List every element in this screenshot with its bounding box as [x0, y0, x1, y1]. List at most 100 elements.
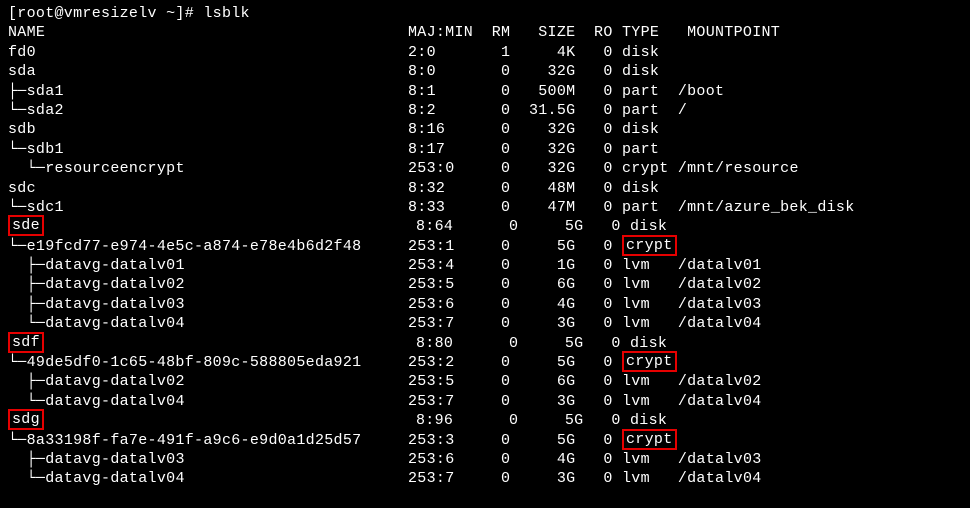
- device-size: 31.5G: [520, 101, 576, 120]
- device-rm: 0: [482, 159, 510, 178]
- device-size: 6G: [520, 275, 576, 294]
- device-row: sdc 8:32 0 48M 0 disk: [8, 179, 962, 198]
- device-rm: 0: [482, 469, 510, 488]
- device-mount: /mnt/azure_bek_disk: [678, 198, 855, 217]
- device-row: └─sdb1 8:17 0 32G 0 part: [8, 140, 962, 159]
- device-type: lvm: [622, 372, 669, 391]
- device-type: lvm: [622, 275, 669, 294]
- device-rm: 0: [482, 82, 510, 101]
- prompt: [root@vmresizelv ~]#: [8, 4, 203, 23]
- device-size: 4G: [520, 295, 576, 314]
- device-mount: /datalv01: [678, 256, 762, 275]
- device-row: ├─sda1 8:1 0 500M 0 part /boot: [8, 82, 962, 101]
- device-ro: 0: [585, 159, 613, 178]
- header-row: NAME MAJ:MIN RM SIZE RO TYPE MOUNTPOINT: [8, 23, 962, 42]
- device-rm: 0: [482, 62, 510, 81]
- device-row: ├─datavg-datalv03 253:6 0 4G 0 lvm /data…: [8, 295, 962, 314]
- device-ro: 0: [593, 217, 621, 236]
- device-majmin: 253:0: [408, 159, 473, 178]
- device-majmin: 253:6: [408, 295, 473, 314]
- device-size: 32G: [520, 159, 576, 178]
- device-row: ├─datavg-datalv03 253:6 0 4G 0 lvm /data…: [8, 450, 962, 469]
- device-row: └─8a33198f-fa7e-491f-a9c6-e9d0a1d25d57 2…: [8, 431, 962, 450]
- device-rm: 0: [490, 411, 518, 430]
- device-size: 6G: [520, 372, 576, 391]
- device-type: part: [622, 198, 669, 217]
- device-majmin: 8:96: [416, 411, 481, 430]
- device-row: └─e19fcd77-e974-4e5c-a874-e78e4b6d2f48 2…: [8, 237, 962, 256]
- device-rm: 0: [482, 179, 510, 198]
- device-ro: 0: [585, 431, 613, 450]
- col-rm: RM: [482, 23, 510, 42]
- device-rm: 0: [482, 431, 510, 450]
- device-name: sdg: [8, 409, 44, 430]
- device-ro: 0: [585, 256, 613, 275]
- device-mount: /mnt/resource: [678, 159, 799, 178]
- device-size: 3G: [520, 314, 576, 333]
- device-name: datavg-datalv04: [45, 469, 185, 488]
- device-rm: 0: [482, 198, 510, 217]
- device-rm: 0: [482, 392, 510, 411]
- device-size: 4K: [520, 43, 576, 62]
- device-rm: 0: [482, 256, 510, 275]
- device-rm: 0: [490, 217, 518, 236]
- device-majmin: 253:5: [408, 275, 473, 294]
- device-rm: 0: [482, 140, 510, 159]
- device-row: └─49de5df0-1c65-48bf-809c-588805eda921 2…: [8, 353, 962, 372]
- device-type: lvm: [622, 314, 669, 333]
- device-ro: 0: [585, 469, 613, 488]
- tree-prefix: ├─: [8, 295, 45, 314]
- device-majmin: 8:16: [408, 120, 473, 139]
- device-name: sda2: [27, 101, 64, 120]
- device-type: lvm: [622, 256, 669, 275]
- tree-prefix: ├─: [8, 450, 45, 469]
- device-ro: 0: [585, 82, 613, 101]
- device-rm: 0: [482, 101, 510, 120]
- device-size: 5G: [520, 237, 576, 256]
- device-ro: 0: [585, 353, 613, 372]
- col-majmin: MAJ:MIN: [408, 23, 473, 42]
- device-name: sdc: [8, 179, 36, 198]
- device-name: resourceencrypt: [45, 159, 185, 178]
- device-size: 5G: [520, 353, 576, 372]
- device-name: e19fcd77-e974-4e5c-a874-e78e4b6d2f48: [27, 237, 362, 256]
- device-type: disk: [622, 43, 669, 62]
- device-row: └─sda2 8:2 0 31.5G 0 part /: [8, 101, 962, 120]
- device-mount: /datalv04: [678, 469, 762, 488]
- device-ro: 0: [585, 314, 613, 333]
- device-rm: 0: [482, 450, 510, 469]
- device-type: crypt: [622, 429, 677, 450]
- device-mount: /datalv03: [678, 295, 762, 314]
- device-row: ├─datavg-datalv02 253:5 0 6G 0 lvm /data…: [8, 275, 962, 294]
- device-rm: 0: [482, 372, 510, 391]
- device-majmin: 8:0: [408, 62, 473, 81]
- device-name: datavg-datalv04: [45, 314, 185, 333]
- device-majmin: 253:4: [408, 256, 473, 275]
- tree-prefix: └─: [8, 159, 45, 178]
- device-name: datavg-datalv02: [45, 372, 185, 391]
- device-type: lvm: [622, 469, 669, 488]
- device-majmin: 253:3: [408, 431, 473, 450]
- device-size: 3G: [520, 392, 576, 411]
- device-size: 5G: [528, 217, 584, 236]
- device-ro: 0: [585, 62, 613, 81]
- tree-prefix: ├─: [8, 82, 27, 101]
- device-size: 48M: [520, 179, 576, 198]
- device-type: crypt: [622, 235, 677, 256]
- device-row: ├─datavg-datalv01 253:4 0 1G 0 lvm /data…: [8, 256, 962, 275]
- device-ro: 0: [585, 372, 613, 391]
- device-rm: 0: [482, 275, 510, 294]
- device-ro: 0: [593, 411, 621, 430]
- device-type: crypt: [622, 159, 669, 178]
- device-name: sdb1: [27, 140, 64, 159]
- device-majmin: 2:0: [408, 43, 473, 62]
- col-size: SIZE: [520, 23, 576, 42]
- device-row: sda 8:0 0 32G 0 disk: [8, 62, 962, 81]
- device-majmin: 8:17: [408, 140, 473, 159]
- device-mount: /datalv02: [678, 275, 762, 294]
- device-majmin: 253:6: [408, 450, 473, 469]
- tree-prefix: └─: [8, 101, 27, 120]
- device-majmin: 8:32: [408, 179, 473, 198]
- device-type: disk: [622, 62, 669, 81]
- device-type: part: [622, 101, 669, 120]
